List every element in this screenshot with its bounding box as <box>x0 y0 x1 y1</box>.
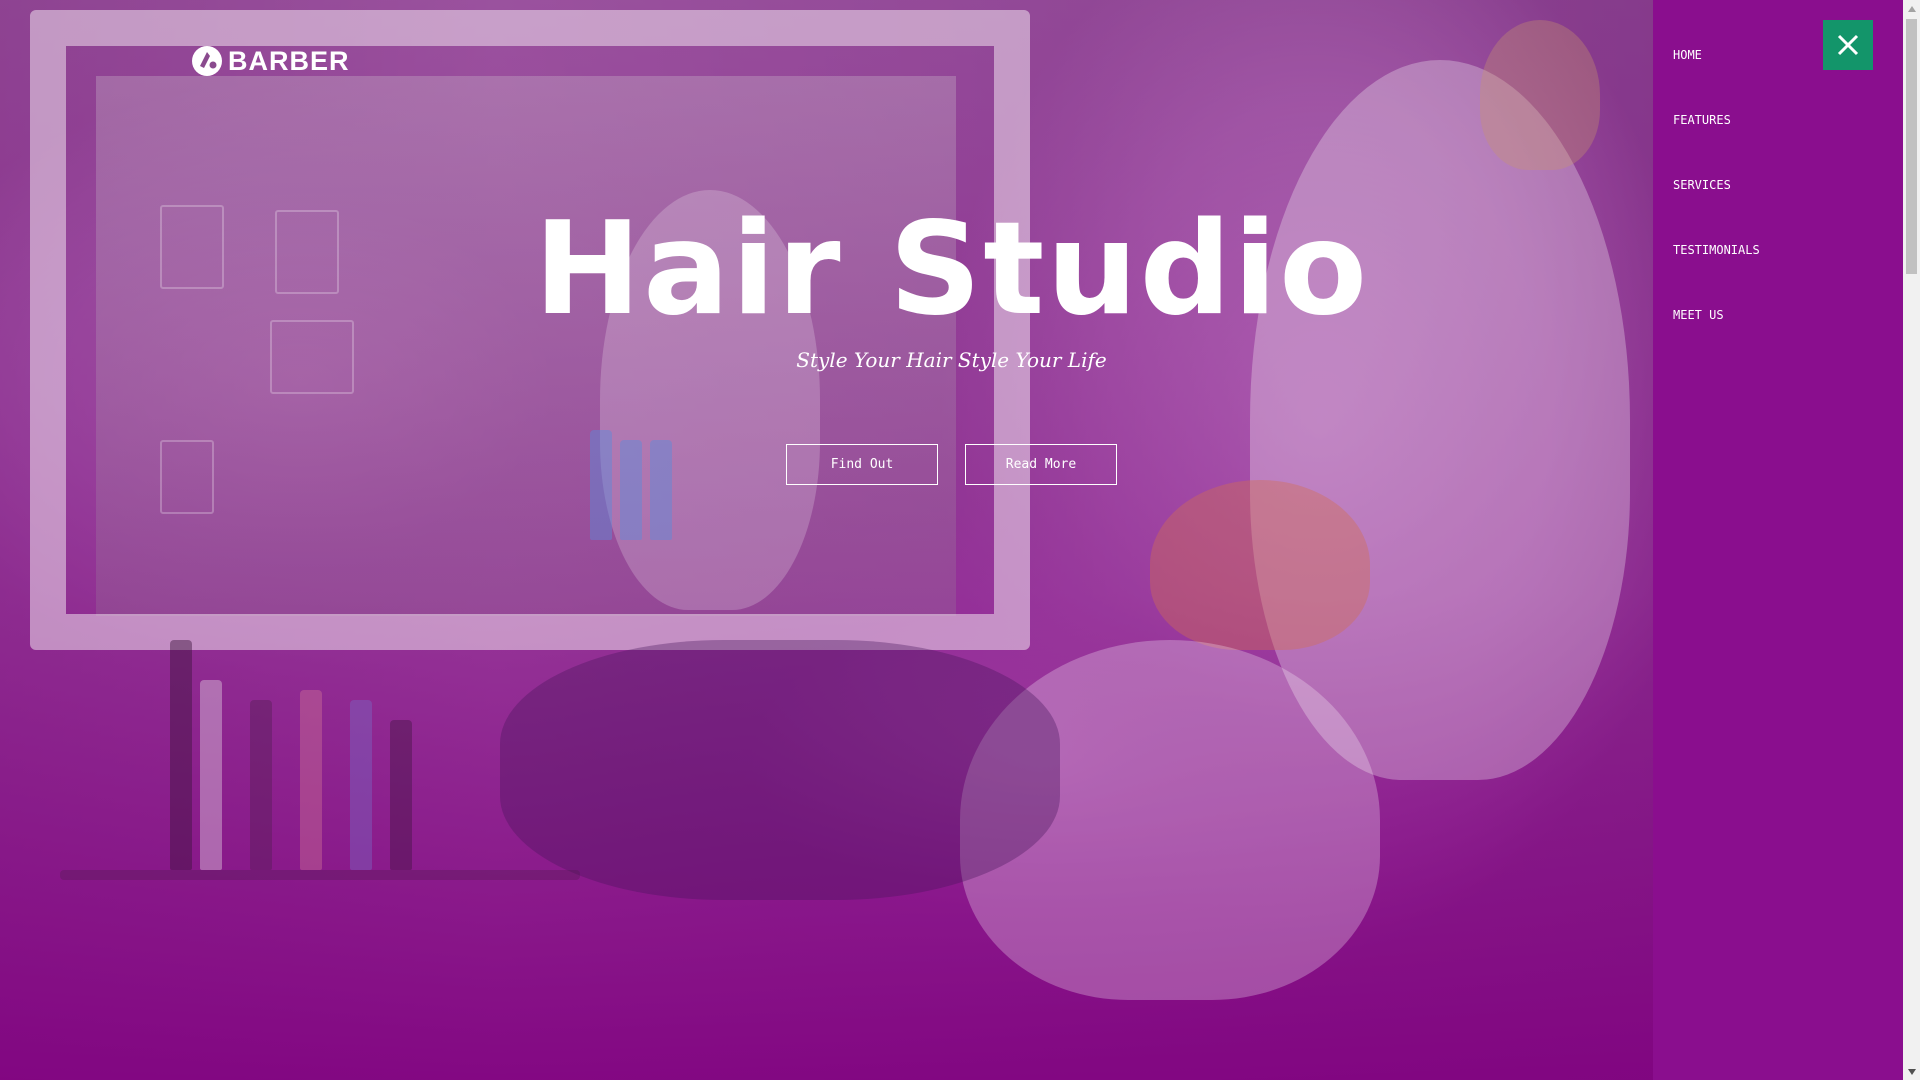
close-icon <box>1837 34 1859 56</box>
side-menu-list: HOME FEATURES SERVICES TESTIMONIALS MEET… <box>1673 48 1760 373</box>
hero-background-bottle <box>650 440 672 540</box>
hero-background-bottle <box>300 690 322 870</box>
scroll-up-arrow-icon[interactable] <box>1903 0 1920 17</box>
hero-background-bottle <box>350 700 372 870</box>
close-menu-button[interactable] <box>1823 20 1873 70</box>
hero-background-shelf <box>60 870 580 880</box>
menu-item-meet-us[interactable]: MEET US <box>1673 308 1760 373</box>
find-out-button[interactable]: Find Out <box>786 444 938 485</box>
hero-background-bottle <box>390 720 412 870</box>
hero-background-barber <box>1250 60 1630 780</box>
hero-title: Hair Studio <box>534 195 1369 344</box>
hero-background-client-hair <box>1150 480 1370 650</box>
hero-background-client-legs <box>500 640 1060 900</box>
side-menu: HOME FEATURES SERVICES TESTIMONIALS MEET… <box>1653 0 1903 1080</box>
brand-logo[interactable]: BARBER <box>190 44 350 78</box>
hero-background-bottle <box>250 700 272 870</box>
hero-background-certificate <box>160 440 214 514</box>
read-more-button[interactable]: Read More <box>965 444 1117 485</box>
hero-background-bottle <box>590 430 612 540</box>
menu-item-home[interactable]: HOME <box>1673 48 1760 113</box>
scroll-down-arrow-icon[interactable] <box>1903 1063 1920 1080</box>
page-scrollbar[interactable] <box>1903 0 1920 1080</box>
hero-background-bottle <box>620 440 642 540</box>
hero-section: BARBER Hair Studio Style Your Hair Style… <box>0 0 1653 1080</box>
hero-background-barber-head <box>1480 20 1600 170</box>
menu-item-services[interactable]: SERVICES <box>1673 178 1760 243</box>
brand-logo-text: BARBER <box>228 45 350 76</box>
hero-subtitle: Style Your Hair Style Your Life <box>796 348 1107 372</box>
hero-background-bottle <box>200 680 222 870</box>
scrollbar-thumb[interactable] <box>1906 19 1917 274</box>
menu-item-features[interactable]: FEATURES <box>1673 113 1760 178</box>
barber-logo-icon <box>192 46 222 76</box>
hero-background-bottle <box>170 640 192 870</box>
menu-item-testimonials[interactable]: TESTIMONIALS <box>1673 243 1760 308</box>
